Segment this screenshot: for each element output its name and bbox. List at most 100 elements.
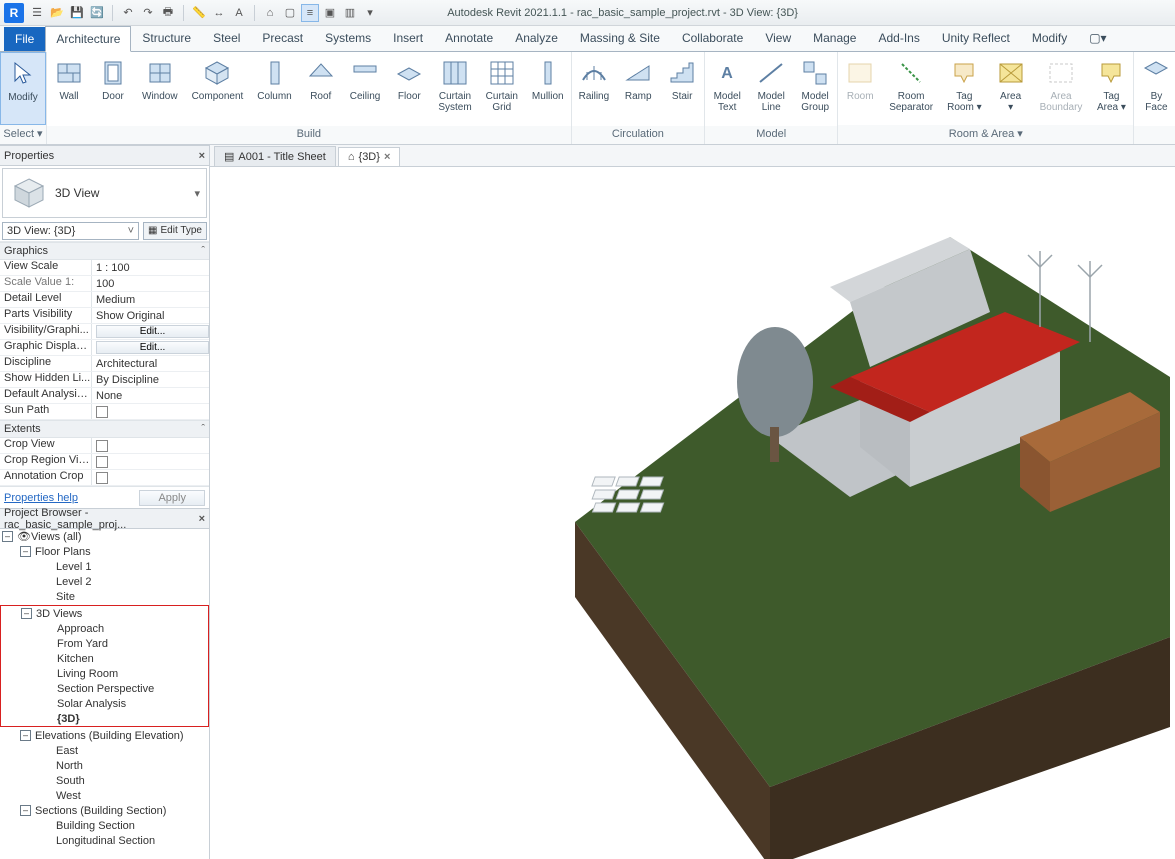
tab-precast[interactable]: Precast [251,25,314,51]
tree-item[interactable]: Kitchen [1,651,208,666]
prop-value[interactable]: Edit... [92,324,209,339]
prop-value[interactable]: Show Original [92,308,209,323]
tree-item[interactable]: Longitudinal Section [0,833,209,848]
checkbox[interactable] [96,456,108,468]
tab-insert[interactable]: Insert [382,25,434,51]
switch-win-icon[interactable]: ▥ [341,4,359,22]
by-face-button[interactable]: By Face [1134,52,1175,126]
prop-value[interactable]: 100 [92,276,209,291]
tree-item[interactable]: Site [0,589,209,604]
close-inactive-icon[interactable]: ▣ [321,4,339,22]
checkbox[interactable] [96,440,108,452]
component-button[interactable]: Component [185,52,251,126]
tab-architecture[interactable]: Architecture [45,26,131,52]
thinlines-icon[interactable]: ≡ [301,4,319,22]
qat-menu-icon[interactable]: ☰ [28,4,46,22]
tab-manage[interactable]: Manage [802,25,867,51]
tree-branch[interactable]: –3D Views [1,606,208,621]
tree-toggle-icon[interactable]: – [20,546,31,557]
roof-button[interactable]: Roof [299,52,343,126]
text-icon[interactable]: A [230,4,248,22]
tree-item[interactable]: Section Perspective [1,681,208,696]
tab-modify[interactable]: Modify [1021,25,1078,51]
open-icon[interactable]: 📂 [48,4,66,22]
tab-structure[interactable]: Structure [131,25,202,51]
prop-value[interactable]: None [92,388,209,403]
undo-icon[interactable]: ↶ [119,4,137,22]
tree-branch[interactable]: –Floor Plans [0,544,209,559]
prop-value[interactable]: Medium [92,292,209,307]
tree-toggle-icon[interactable]: – [20,805,31,816]
tree-branch[interactable]: –Sections (Building Section) [0,803,209,818]
area--button[interactable]: Area ▾ [989,52,1033,125]
close-icon[interactable]: × [199,513,205,525]
ceiling-button[interactable]: Ceiling [343,52,388,126]
tree-toggle-icon[interactable]: – [21,608,32,619]
wall-button[interactable]: Wall [47,52,91,126]
prop-value[interactable]: By Discipline [92,372,209,387]
tab-addins[interactable]: Add-Ins [867,25,930,51]
column-button[interactable]: Column [250,52,298,126]
modify-button[interactable]: Modify [0,52,46,125]
properties-help-link[interactable]: Properties help [4,492,78,504]
apply-button[interactable]: Apply [139,490,205,506]
tree-item[interactable]: Level 2 [0,574,209,589]
tree-item[interactable]: East [0,743,209,758]
tab-view[interactable]: View [754,25,802,51]
prop-value[interactable] [92,470,209,485]
tree-branch[interactable]: –Elevations (Building Elevation) [0,728,209,743]
tab-systems[interactable]: Systems [314,25,382,51]
tree-toggle-icon[interactable]: – [20,730,31,741]
print-icon[interactable]: 🖶 [159,4,177,22]
stair-button[interactable]: Stair [660,52,704,126]
tab-annotate[interactable]: Annotate [434,25,504,51]
tree-root[interactable]: –👁 Views (all) [0,529,209,544]
3d-viewport[interactable] [210,167,1175,859]
model-group-button[interactable]: Model Group [793,52,837,126]
door-button[interactable]: Door [91,52,135,126]
checkbox[interactable] [96,472,108,484]
prop-section-graphics[interactable]: Graphicsˆ [0,242,209,260]
tree-item[interactable]: Approach [1,621,208,636]
prop-value[interactable]: 1 : 100 [92,260,209,275]
qat-dropdown-icon[interactable]: ▾ [361,4,379,22]
tab-steel[interactable]: Steel [202,25,251,51]
dimension-icon[interactable]: ↔ [210,4,228,22]
tab-collaborate[interactable]: Collaborate [671,25,754,51]
redo-icon[interactable]: ↷ [139,4,157,22]
prop-value[interactable] [92,454,209,469]
doc-tab-titlesheet[interactable]: ▤ A001 - Title Sheet [214,146,336,166]
model-text-button[interactable]: A Model Text [705,52,749,126]
sync-icon[interactable]: 🔄 [88,4,106,22]
room-area-group-label[interactable]: Room & Area ▾ [838,125,1133,144]
model-line-button[interactable]: Model Line [749,52,793,126]
tree-item[interactable]: From Yard [1,636,208,651]
prop-value[interactable] [92,404,209,419]
room-separator-button[interactable]: Room Separator [882,52,940,125]
close-icon[interactable]: × [199,150,205,162]
tag-room--button[interactable]: Tag Room ▾ [940,52,988,125]
tree-toggle-icon[interactable]: – [2,531,13,542]
tag-area--button[interactable]: Tag Area ▾ [1089,52,1133,125]
prop-value[interactable] [92,438,209,453]
tree-item[interactable]: Living Room [1,666,208,681]
tab-massing[interactable]: Massing & Site [569,25,671,51]
instance-selector[interactable]: 3D View: {3D}˅ [2,222,139,240]
close-tab-icon[interactable]: × [384,151,390,163]
prop-section-extents[interactable]: Extentsˆ [0,420,209,438]
tree-item[interactable]: Building Section [0,818,209,833]
prop-value[interactable]: Edit... [92,340,209,355]
tab-overflow-icon[interactable]: ▢▾ [1078,25,1117,51]
railing-button[interactable]: Railing [572,52,617,126]
measure-icon[interactable]: 📏 [190,4,208,22]
edit-button[interactable]: Edit... [96,325,209,338]
curtain-grid-button[interactable]: Curtain Grid [479,52,525,126]
window-button[interactable]: Window [135,52,185,126]
tree-item[interactable]: North [0,758,209,773]
edit-button[interactable]: Edit... [96,341,209,354]
tab-analyze[interactable]: Analyze [504,25,569,51]
save-icon[interactable]: 💾 [68,4,86,22]
file-menu[interactable]: File [4,27,45,51]
select-group-label[interactable]: Select ▾ [0,125,46,144]
prop-value[interactable]: Architectural [92,356,209,371]
